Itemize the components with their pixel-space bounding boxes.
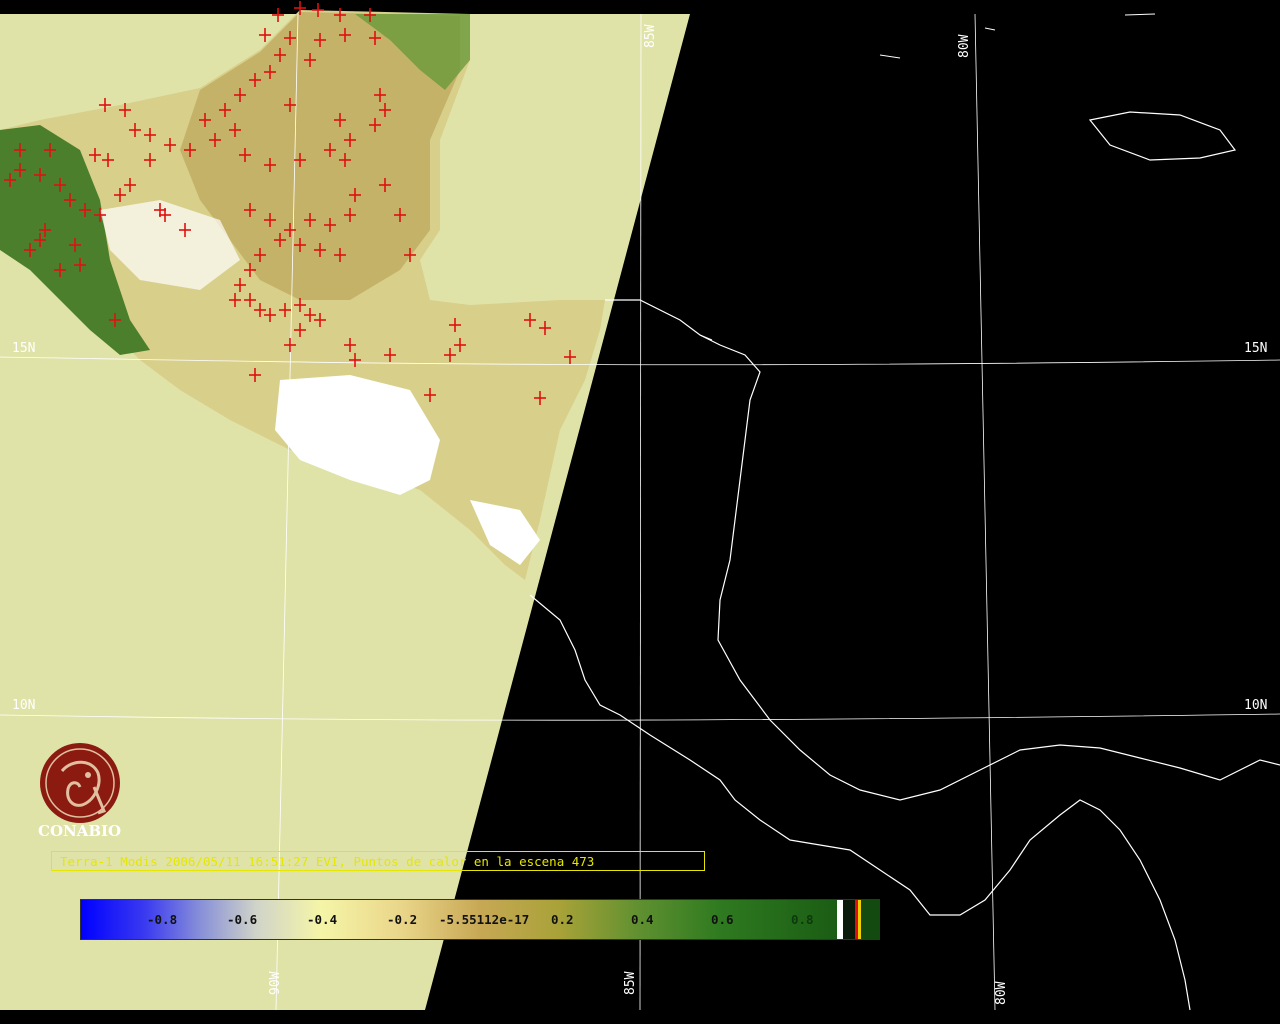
- lon-label-85w-top: 85W: [643, 24, 658, 48]
- lat-label-15n-left: 15N: [12, 341, 36, 356]
- conabio-logo-text: CONABIO: [38, 822, 122, 840]
- colorbar-tick: -0.4: [307, 912, 338, 927]
- colorbar-tick: -0.6: [227, 912, 258, 927]
- lat-label-10n-left: 10N: [12, 698, 36, 713]
- colorbar-tick: -0.8: [147, 912, 178, 927]
- colorbar-tick: -5.55112e-17: [439, 912, 530, 927]
- colorbar-end-darkgreen: [861, 900, 879, 939]
- lon-label-90w-bottom: 90W: [268, 971, 283, 995]
- colorbar-end-black: [843, 900, 855, 939]
- colorbar-tick: 0.8: [791, 912, 814, 927]
- colorbar-tick: 0.4: [631, 912, 654, 927]
- lat-label-10n-right: 10N: [1244, 698, 1268, 713]
- lon-label-80w-top: 80W: [957, 34, 972, 58]
- colorbar-tick: 0.2: [551, 912, 574, 927]
- lat-label-15n-right: 15N: [1244, 341, 1268, 356]
- scene-caption: Terra-1 Modis 2006/05/11 16:51:27 EVI, P…: [51, 851, 705, 871]
- colorbar-tick: -0.2: [387, 912, 418, 927]
- lon-label-85w-bottom: 85W: [623, 971, 638, 995]
- lon-label-80w-bottom: 80W: [994, 981, 1009, 1005]
- colorbar-tick: 0.6: [711, 912, 734, 927]
- evi-colorbar: -0.8 -0.6 -0.4 -0.2 -5.55112e-17 0.2 0.4…: [80, 899, 880, 940]
